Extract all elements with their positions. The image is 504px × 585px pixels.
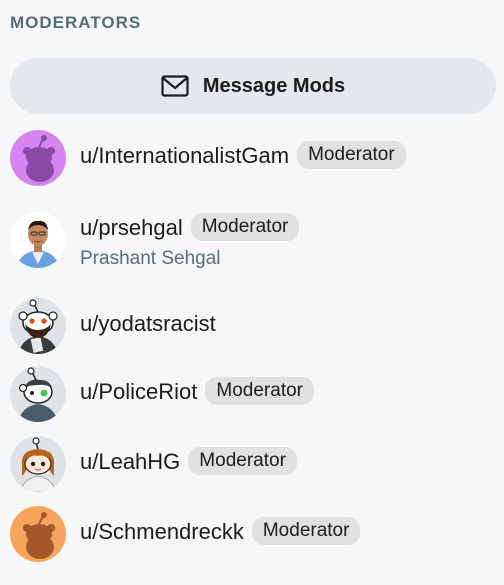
username[interactable]: u/yodatsracist <box>80 311 216 336</box>
moderator-row[interactable]: u/LeahHG Moderator <box>10 434 494 494</box>
moderator-badge: Moderator <box>205 377 314 406</box>
moderator-list: u/InternationalistGam Moderator u/prsehg… <box>0 0 504 585</box>
moderator-row[interactable]: u/InternationalistGam Moderator <box>10 128 494 188</box>
moderator-badge: Moderator <box>297 141 406 170</box>
moderator-row[interactable]: u/Schmendreckk Moderator <box>10 504 494 564</box>
moderator-badge: Moderator <box>188 447 297 476</box>
display-name: Prashant Sehgal <box>80 248 221 269</box>
username[interactable]: u/PoliceRiot <box>80 379 197 404</box>
moderator-badge: Moderator <box>251 517 361 546</box>
username[interactable]: u/prsehgal <box>80 215 183 240</box>
avatar[interactable] <box>10 298 66 354</box>
moderator-row[interactable]: u/PoliceRiot Moderator <box>10 364 494 424</box>
avatar[interactable] <box>10 366 66 422</box>
moderator-row[interactable]: u/prsehgal Moderator Prashant Sehgal <box>10 210 494 270</box>
username[interactable]: u/InternationalistGam <box>80 143 289 168</box>
username[interactable]: u/LeahHG <box>80 449 180 474</box>
avatar[interactable] <box>10 212 66 268</box>
avatar[interactable] <box>10 436 66 492</box>
moderator-badge: Moderator <box>190 213 300 242</box>
moderators-panel: MODERATORS Message Mods u/Internationali… <box>0 0 504 585</box>
username[interactable]: u/Schmendreckk <box>80 519 244 544</box>
avatar[interactable] <box>10 506 66 562</box>
avatar[interactable] <box>10 130 66 186</box>
moderator-row[interactable]: u/yodatsracist <box>10 296 494 356</box>
